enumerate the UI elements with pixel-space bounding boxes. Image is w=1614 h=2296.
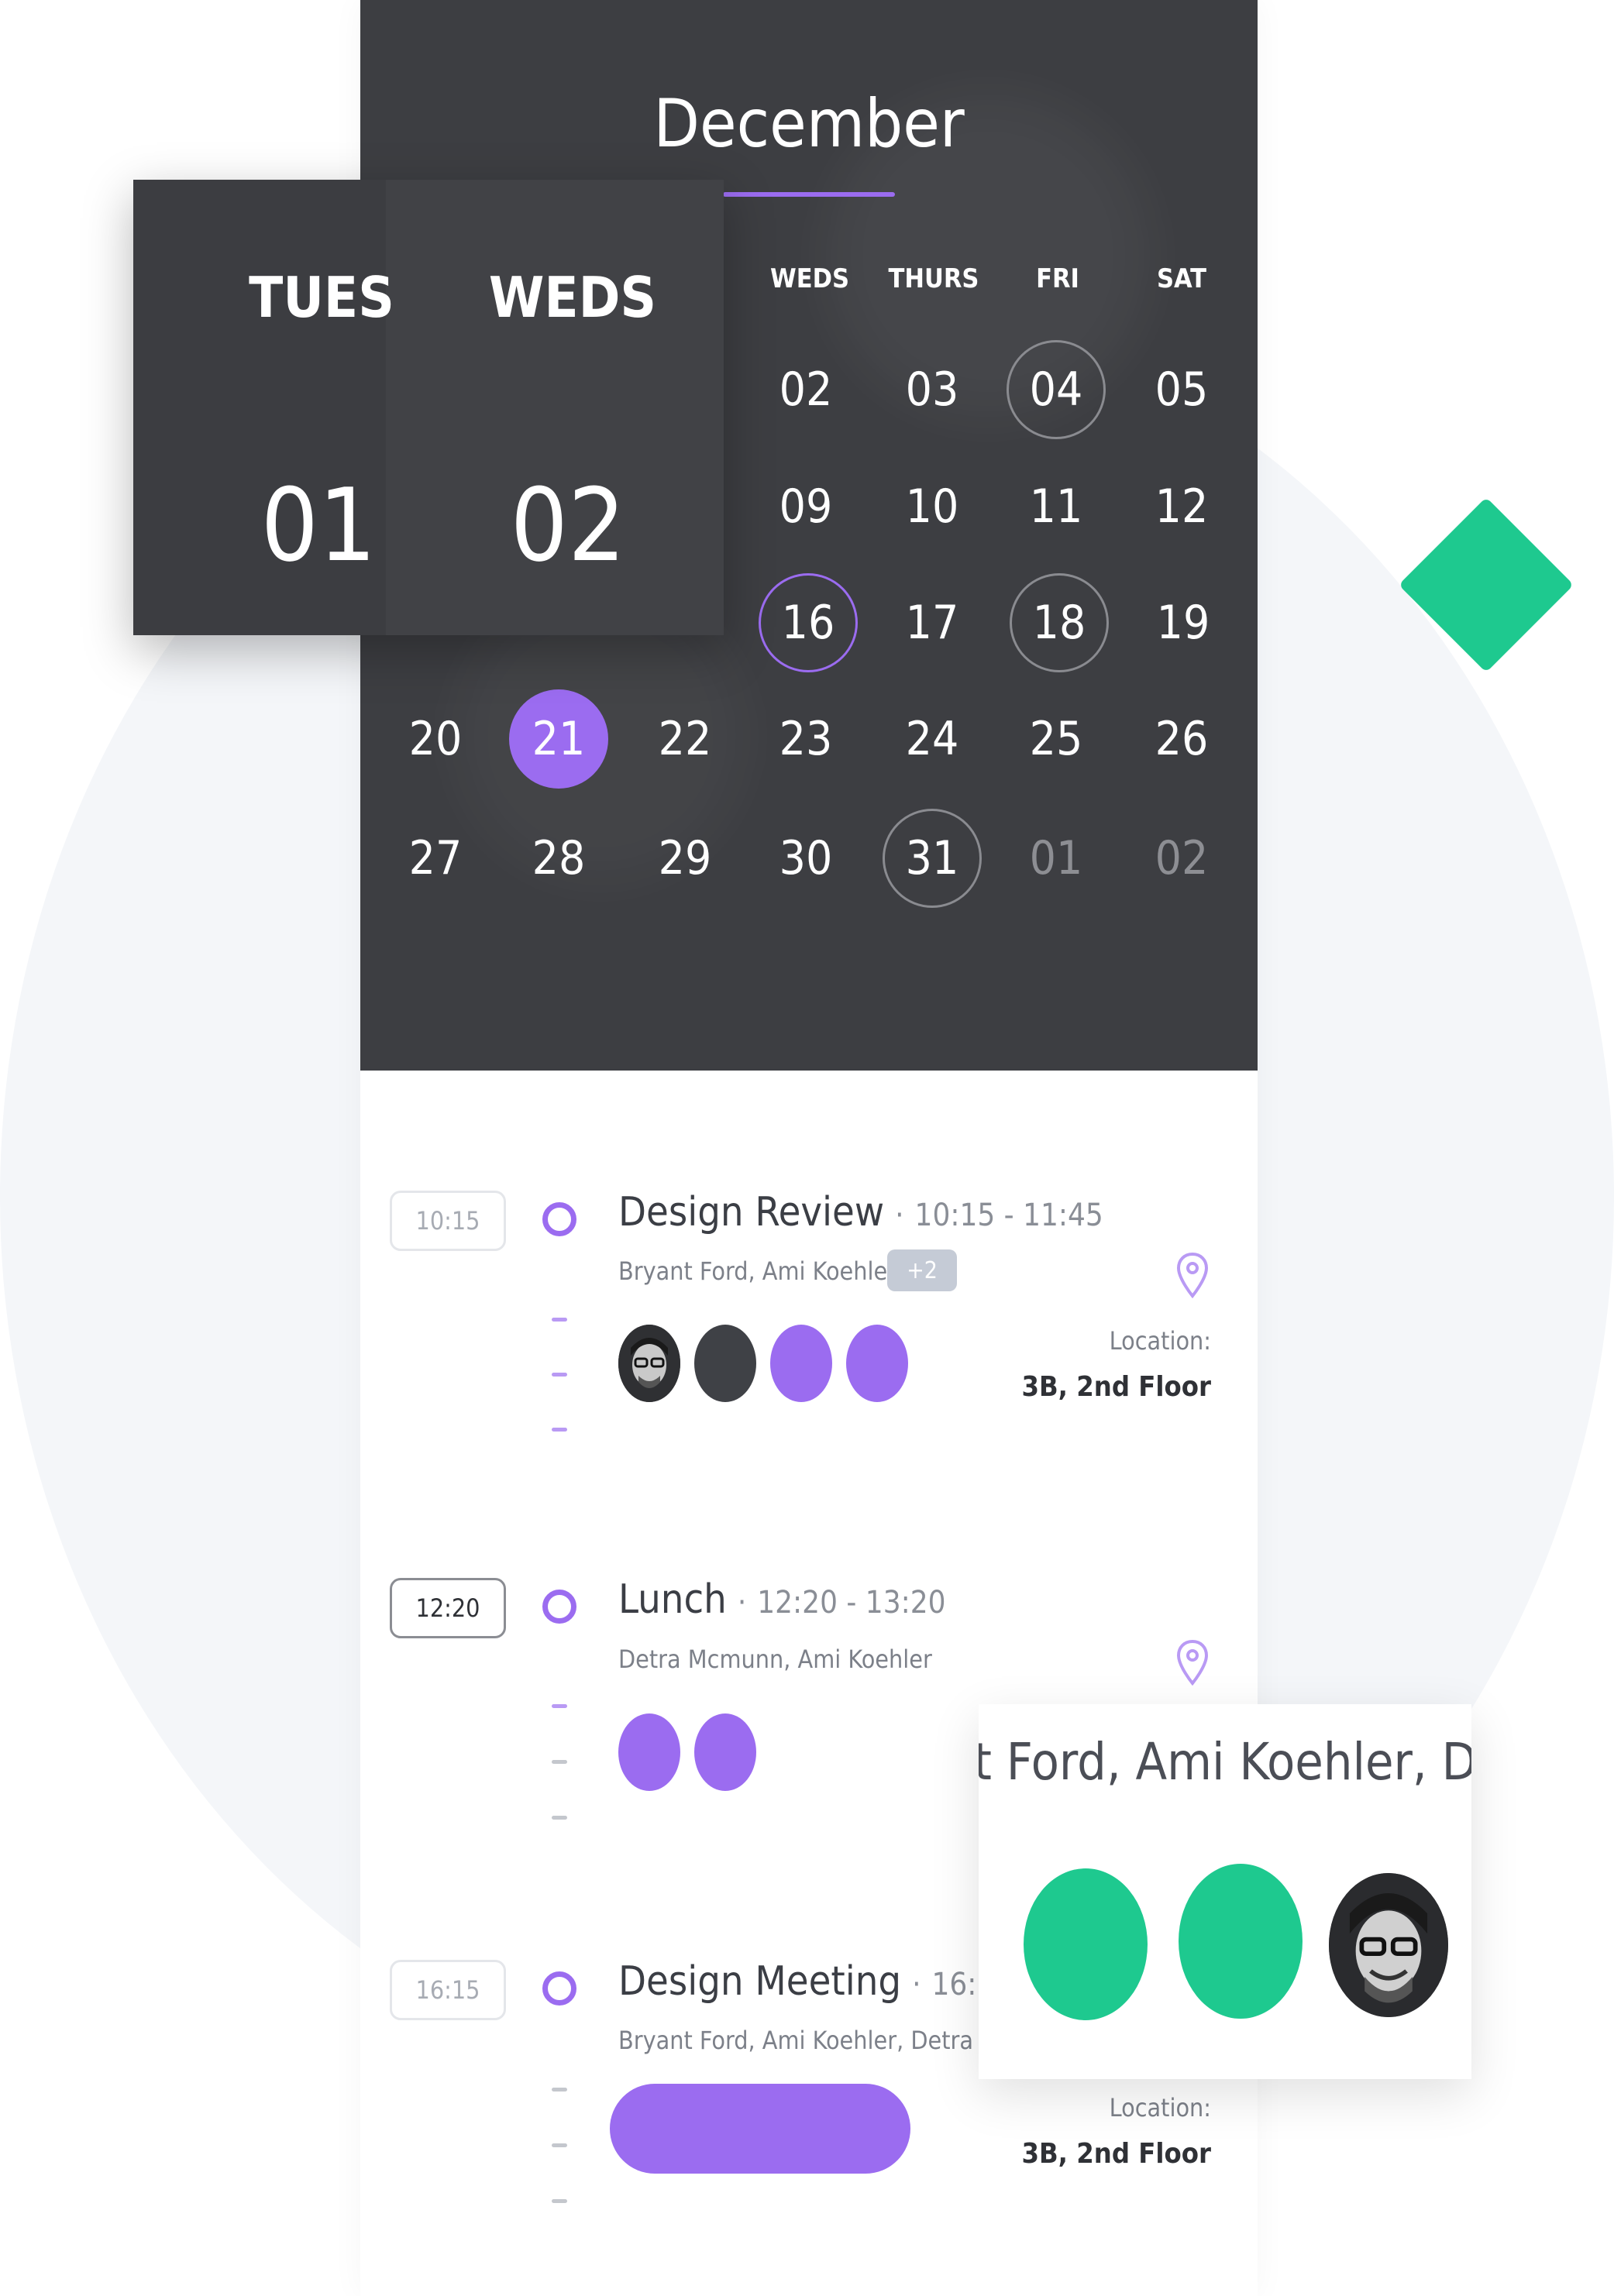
calendar-day[interactable]: 10 — [883, 457, 982, 556]
calendar-day[interactable]: 19 — [1134, 573, 1233, 672]
event-participants: Bryant Ford, Ami Koehler, Detra Mcr — [618, 2026, 1021, 2055]
event-title-row[interactable]: Design Meeting·16:15 - — [618, 1958, 1031, 2005]
avatar[interactable] — [1024, 1868, 1148, 2020]
calendar-day-event[interactable]: 18 — [1010, 573, 1109, 672]
calendar-day[interactable]: 29 — [635, 809, 735, 908]
timeline-dash — [552, 2143, 567, 2147]
calendar-day[interactable]: 03 — [883, 340, 982, 439]
calendar-day[interactable]: 24 — [883, 689, 982, 789]
calendar-day[interactable]: 27 — [386, 809, 485, 908]
separator: · — [895, 1198, 904, 1233]
event-participants: Detra Mcmunn, Ami Koehler — [618, 1645, 932, 1674]
timeline-dash — [552, 1816, 567, 1820]
calendar-day[interactable]: 23 — [756, 689, 855, 789]
weekday-weds: WEDS — [769, 263, 850, 294]
timeline-dash — [552, 1318, 567, 1322]
timeline-dash — [552, 1373, 567, 1377]
location-value: 3B, 2nd Floor — [1021, 2138, 1211, 2170]
time-pill[interactable]: 16:15 — [390, 1960, 506, 2020]
avatar[interactable] — [618, 1325, 680, 1402]
event-time-range: 12:20 - 13:20 — [757, 1585, 946, 1621]
event-marker-icon — [542, 1202, 576, 1236]
day-picker-card: TUES 01 WEDS 02 — [133, 180, 724, 635]
timeline-dash — [552, 2088, 567, 2091]
participants-names: nt Ford, Ami Koehler, Det — [979, 1732, 1471, 1792]
calendar-day[interactable]: 11 — [1007, 457, 1106, 556]
timeline-dash — [552, 1704, 567, 1708]
location-label: Location: — [1109, 1326, 1211, 1356]
weekday-sat: SAT — [1157, 263, 1206, 294]
person-photo-icon — [618, 1325, 680, 1402]
avatar[interactable] — [618, 1713, 680, 1791]
day-card-weekday: WEDS — [488, 265, 657, 330]
event-title: Design Review — [618, 1189, 885, 1236]
participants-card: nt Ford, Ami Koehler, Det — [979, 1704, 1471, 2079]
calendar-day-event[interactable]: 31 — [883, 809, 982, 908]
calendar-day[interactable]: 17 — [883, 573, 982, 672]
timeline-dash — [552, 2199, 567, 2203]
avatar[interactable] — [1329, 1873, 1448, 2017]
event-participants: Bryant Ford, Ami Koehler — [618, 1256, 897, 1286]
time-pill-active[interactable]: 12:20 — [390, 1578, 506, 1638]
calendar-day[interactable]: 25 — [1007, 689, 1106, 789]
day-card-number: 02 — [510, 466, 626, 584]
calendar-day-today[interactable]: 16 — [759, 573, 858, 672]
participants-pill[interactable] — [610, 2084, 910, 2174]
person-photo-icon — [1329, 1873, 1448, 2017]
month-title[interactable]: December — [360, 85, 1258, 163]
day-card-number: 01 — [260, 466, 377, 584]
event-title-row[interactable]: Lunch · 12:20 - 13:20 — [618, 1576, 946, 1623]
event-marker-icon — [542, 1590, 576, 1624]
location-label: Location: — [1109, 2093, 1211, 2122]
calendar-day-next-month[interactable]: 02 — [1132, 809, 1231, 908]
month-underline — [723, 192, 895, 197]
event-title: Lunch — [618, 1576, 727, 1623]
event-title-row[interactable]: Design Review · 10:15 - 11:45 — [618, 1189, 1103, 1236]
calendar-day[interactable]: 30 — [756, 809, 855, 908]
timeline-dash — [552, 1428, 567, 1432]
weekday-thurs: THURS — [888, 263, 979, 294]
day-card-weekday: TUES — [249, 265, 394, 330]
calendar-day[interactable]: 20 — [386, 689, 485, 789]
more-participants-badge[interactable]: +2 — [887, 1249, 957, 1291]
calendar-day-next-month[interactable]: 01 — [1007, 809, 1106, 908]
event-title: Design Meeting — [618, 1958, 902, 2005]
time-pill[interactable]: 10:15 — [390, 1191, 506, 1251]
avatar[interactable] — [846, 1325, 908, 1402]
avatar[interactable] — [694, 1713, 756, 1791]
calendar-day[interactable]: 28 — [509, 809, 608, 908]
calendar-day-selected[interactable]: 21 — [509, 689, 608, 789]
timeline-dash — [552, 1760, 567, 1764]
avatar[interactable] — [770, 1325, 832, 1402]
location-value: 3B, 2nd Floor — [1021, 1371, 1211, 1403]
avatar[interactable] — [1179, 1864, 1303, 2019]
separator: · — [737, 1585, 747, 1621]
calendar-day[interactable]: 12 — [1132, 457, 1231, 556]
event-time-range: 10:15 - 11:45 — [914, 1198, 1103, 1233]
calendar-day[interactable]: 26 — [1132, 689, 1231, 789]
calendar-day[interactable]: 05 — [1132, 340, 1231, 439]
location-pin-icon[interactable] — [1174, 1251, 1211, 1301]
calendar-day[interactable]: 09 — [756, 457, 855, 556]
weekday-fri: FRI — [1036, 263, 1079, 294]
separator: · — [912, 1967, 921, 2002]
calendar-day[interactable]: 02 — [756, 340, 855, 439]
avatar[interactable] — [694, 1325, 756, 1402]
calendar-day-event[interactable]: 04 — [1007, 340, 1106, 439]
calendar-day[interactable]: 22 — [635, 689, 735, 789]
event-marker-icon — [542, 1971, 576, 2006]
location-pin-icon[interactable] — [1174, 1638, 1211, 1688]
